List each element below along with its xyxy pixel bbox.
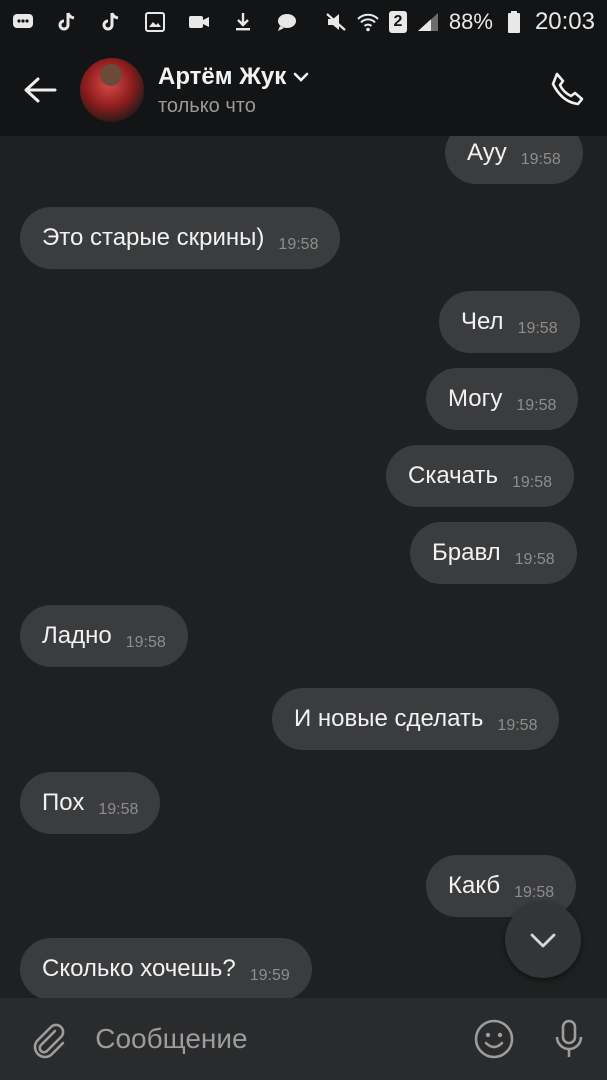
call-button[interactable] [527, 44, 607, 136]
message-text: Чел [461, 308, 504, 335]
message-time: 19:58 [98, 801, 139, 818]
message-text: Это старые скрины) [42, 224, 265, 251]
phone-icon [551, 72, 584, 106]
contact-info[interactable]: Артём Жук только что [158, 63, 310, 118]
message-time: 19:58 [497, 717, 538, 734]
sim-icon: 2 [388, 11, 407, 33]
tiktok-icon [56, 11, 78, 33]
message-time: 19:58 [125, 634, 166, 651]
message-bubble-outgoing[interactable]: Бравл 19:58 [410, 522, 577, 584]
chat-header: Артём Жук только что [0, 44, 607, 136]
message-time: 19:58 [520, 151, 561, 168]
message-bubble-outgoing[interactable]: И новые сделать 19:58 [272, 688, 560, 750]
smile-icon [474, 1019, 514, 1059]
message-bubble-outgoing[interactable]: Могу 19:58 [426, 368, 579, 430]
message-bubble-incoming[interactable]: Ладно 19:58 [20, 605, 188, 667]
mute-icon [325, 11, 347, 33]
message-bubble-incoming[interactable]: Пох 19:58 [20, 772, 161, 834]
battery-icon [503, 11, 525, 33]
paperclip-icon [33, 1023, 64, 1059]
arrow-left-icon [24, 77, 57, 103]
message-text: Какб [448, 872, 501, 899]
message-bubble-outgoing[interactable]: Чел 19:58 [439, 291, 580, 353]
message-time: 19:59 [249, 967, 290, 984]
messages-icon [12, 11, 34, 33]
message-text: Могу [448, 385, 503, 412]
message-text: Скачать [408, 462, 498, 489]
attach-button[interactable] [0, 998, 95, 1080]
scroll-down-button[interactable] [505, 902, 581, 978]
message-text: Ауу [467, 139, 507, 166]
message-time: 19:58 [517, 320, 558, 337]
message-list[interactable]: Ауу 19:58 Это старые скрины) 19:58 Чел 1… [0, 136, 607, 998]
chevron-down-icon [293, 72, 309, 82]
message-composer [0, 998, 607, 1080]
avatar[interactable] [80, 58, 144, 122]
voice-message-button[interactable] [532, 998, 607, 1080]
clock: 20:03 [534, 8, 595, 35]
chat-icon [276, 11, 298, 33]
message-bubble-outgoing[interactable]: Ауу 19:58 [445, 136, 583, 184]
message-time: 19:58 [514, 551, 555, 568]
status-bar: 2 88% 20:03 [0, 0, 607, 44]
message-text: Сколько хочешь? [42, 955, 236, 982]
message-text: И новые сделать [294, 705, 484, 732]
wifi-icon [357, 11, 379, 33]
download-icon [232, 11, 254, 33]
message-time: 19:58 [516, 397, 557, 414]
message-time: 19:58 [278, 236, 319, 253]
microphone-icon [555, 1019, 583, 1057]
video-icon [188, 11, 210, 33]
chevron-down-icon [530, 933, 556, 948]
gallery-icon [144, 11, 166, 33]
back-button[interactable] [0, 44, 80, 136]
contact-name: Артём Жук [158, 62, 287, 90]
tiktok-icon [100, 11, 122, 33]
message-bubble-incoming[interactable]: Сколько хочешь? 19:59 [20, 938, 312, 998]
message-bubble-incoming[interactable]: Это старые скрины) 19:58 [20, 207, 341, 269]
message-input[interactable] [95, 1009, 457, 1069]
message-time: 19:58 [514, 884, 555, 901]
message-time: 19:58 [512, 474, 553, 491]
signal-icon [417, 11, 439, 33]
message-text: Ладно [42, 622, 112, 649]
battery-percent: 88% [448, 9, 493, 34]
emoji-button[interactable] [456, 998, 531, 1080]
contact-status: только что [158, 94, 256, 117]
message-bubble-outgoing[interactable]: Скачать 19:58 [386, 445, 575, 507]
message-text: Бравл [432, 539, 501, 566]
message-text: Пох [42, 789, 85, 816]
